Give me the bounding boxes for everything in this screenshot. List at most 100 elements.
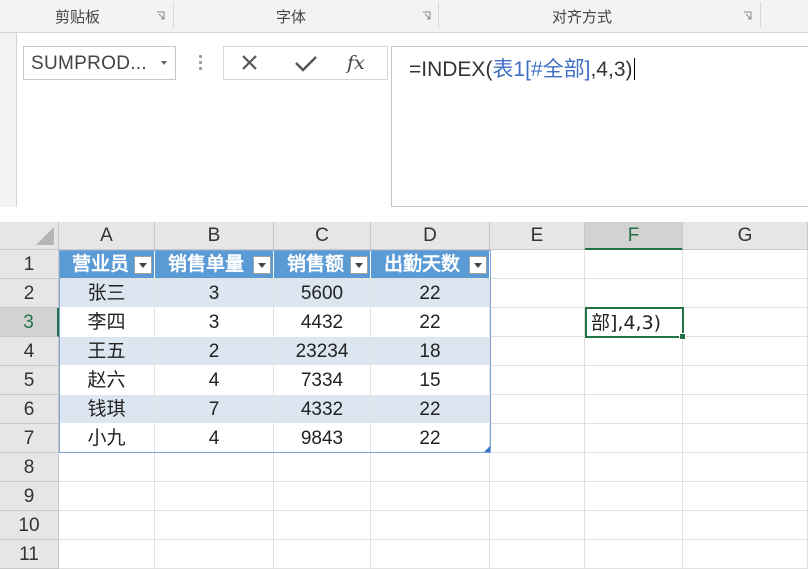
row-header-6[interactable]: 6	[0, 395, 59, 424]
table-cell[interactable]: 3	[155, 279, 274, 308]
empty-cell[interactable]	[59, 482, 155, 511]
empty-cell[interactable]	[371, 540, 490, 569]
empty-cell[interactable]	[59, 453, 155, 482]
table-cell[interactable]: 22	[371, 395, 490, 424]
filter-dropdown-icon[interactable]	[350, 256, 368, 274]
drag-handle-icon[interactable]	[199, 55, 202, 71]
table-cell[interactable]: 李四	[59, 308, 155, 337]
empty-cell[interactable]	[585, 511, 683, 540]
empty-cell[interactable]	[371, 511, 490, 540]
table-cell[interactable]: 5600	[274, 279, 371, 308]
table-cell[interactable]: 18	[371, 337, 490, 366]
table-cell[interactable]: 9843	[274, 424, 371, 453]
table-cell[interactable]: 张三	[59, 279, 155, 308]
empty-cell[interactable]	[274, 453, 371, 482]
row-header-4[interactable]: 4	[0, 337, 59, 366]
row-header-9[interactable]: 9	[0, 482, 59, 511]
empty-cell[interactable]	[585, 395, 683, 424]
row-header-3[interactable]: 3	[0, 308, 59, 337]
empty-cell[interactable]	[490, 511, 585, 540]
cancel-button[interactable]	[224, 47, 274, 79]
row-header-10[interactable]: 10	[0, 511, 59, 540]
select-all-button[interactable]	[0, 222, 59, 250]
table-cell[interactable]: 3	[155, 308, 274, 337]
empty-cell[interactable]	[490, 337, 585, 366]
row-header-5[interactable]: 5	[0, 366, 59, 395]
table-cell[interactable]: 4432	[274, 308, 371, 337]
table-cell[interactable]: 钱琪	[59, 395, 155, 424]
empty-cell[interactable]	[155, 482, 274, 511]
empty-cell[interactable]	[585, 250, 683, 279]
chevron-down-icon[interactable]	[161, 61, 167, 65]
table-cell[interactable]: 22	[371, 279, 490, 308]
column-header-C[interactable]: C	[274, 222, 371, 250]
empty-cell[interactable]	[371, 482, 490, 511]
empty-cell[interactable]	[683, 395, 808, 424]
table-cell[interactable]: 7334	[274, 366, 371, 395]
column-header-A[interactable]: A	[59, 222, 155, 250]
table-header-cell[interactable]: 销售额	[274, 250, 371, 279]
table-resize-icon[interactable]	[484, 446, 490, 452]
dialog-launcher-icon[interactable]	[422, 11, 431, 20]
empty-cell[interactable]	[155, 540, 274, 569]
empty-cell[interactable]	[490, 366, 585, 395]
table-cell[interactable]: 赵六	[59, 366, 155, 395]
empty-cell[interactable]	[585, 540, 683, 569]
empty-cell[interactable]	[585, 337, 683, 366]
row-header-8[interactable]: 8	[0, 453, 59, 482]
table-cell[interactable]: 22	[371, 424, 490, 453]
empty-cell[interactable]	[490, 308, 585, 337]
table-header-cell[interactable]: 销售单量	[155, 250, 274, 279]
table-cell[interactable]: 22	[371, 308, 490, 337]
empty-cell[interactable]	[683, 453, 808, 482]
column-header-G[interactable]: G	[683, 222, 808, 250]
empty-cell[interactable]	[155, 453, 274, 482]
filter-dropdown-icon[interactable]	[134, 256, 152, 274]
enter-button[interactable]	[281, 47, 331, 79]
filter-dropdown-icon[interactable]	[253, 256, 271, 274]
empty-cell[interactable]	[490, 540, 585, 569]
column-header-E[interactable]: E	[490, 222, 585, 250]
formula-input[interactable]: =INDEX(表1[#全部],4,3)	[391, 46, 808, 207]
empty-cell[interactable]	[490, 250, 585, 279]
empty-cell[interactable]	[585, 453, 683, 482]
empty-cell[interactable]	[683, 482, 808, 511]
table-cell[interactable]: 23234	[274, 337, 371, 366]
empty-cell[interactable]	[683, 424, 808, 453]
row-header-11[interactable]: 11	[0, 540, 59, 569]
empty-cell[interactable]	[683, 511, 808, 540]
empty-cell[interactable]	[585, 482, 683, 511]
empty-cell[interactable]	[59, 511, 155, 540]
column-header-D[interactable]: D	[371, 222, 490, 250]
table-cell[interactable]: 4	[155, 366, 274, 395]
dialog-launcher-icon[interactable]	[743, 11, 752, 20]
row-header-7[interactable]: 7	[0, 424, 59, 453]
row-header-1[interactable]: 1	[0, 250, 59, 279]
dialog-launcher-icon[interactable]	[156, 11, 165, 20]
empty-cell[interactable]	[585, 279, 683, 308]
table-cell[interactable]: 2	[155, 337, 274, 366]
row-header-2[interactable]: 2	[0, 279, 59, 308]
empty-cell[interactable]	[274, 540, 371, 569]
empty-cell[interactable]	[683, 250, 808, 279]
table-cell[interactable]: 4332	[274, 395, 371, 424]
empty-cell[interactable]	[155, 511, 274, 540]
empty-cell[interactable]	[683, 337, 808, 366]
empty-cell[interactable]	[585, 366, 683, 395]
empty-cell[interactable]	[683, 279, 808, 308]
empty-cell[interactable]	[490, 279, 585, 308]
empty-cell[interactable]	[490, 424, 585, 453]
table-cell[interactable]: 7	[155, 395, 274, 424]
table-header-cell[interactable]: 营业员	[59, 250, 155, 279]
empty-cell[interactable]	[585, 424, 683, 453]
table-cell[interactable]: 4	[155, 424, 274, 453]
table-cell[interactable]: 15	[371, 366, 490, 395]
insert-function-button[interactable]: fx	[336, 47, 386, 79]
empty-cell[interactable]	[59, 540, 155, 569]
empty-cell[interactable]	[371, 453, 490, 482]
table-cell[interactable]: 小九	[59, 424, 155, 453]
empty-cell[interactable]	[490, 395, 585, 424]
table-cell[interactable]: 王五	[59, 337, 155, 366]
empty-cell[interactable]	[683, 540, 808, 569]
empty-cell[interactable]	[490, 482, 585, 511]
